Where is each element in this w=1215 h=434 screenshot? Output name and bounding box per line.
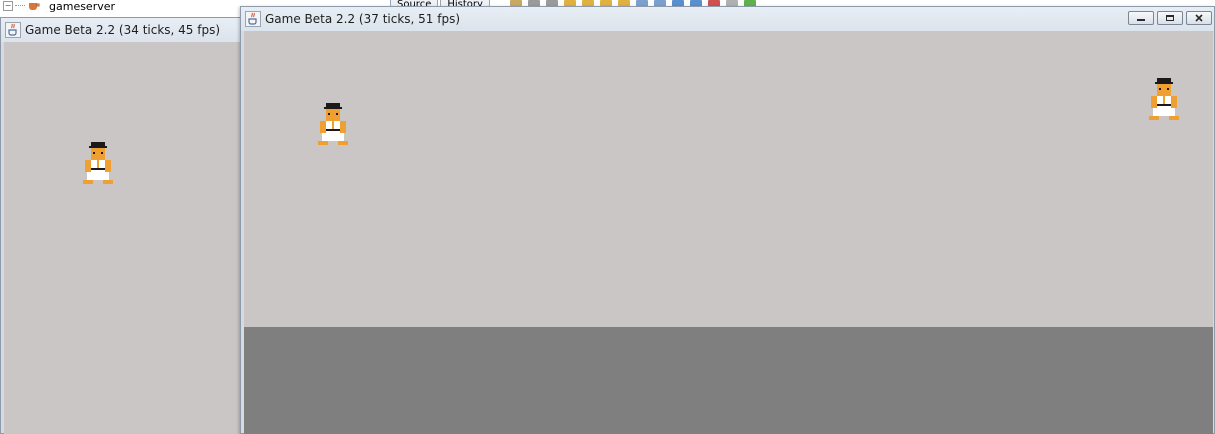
game-canvas[interactable]	[244, 31, 1213, 434]
game-window-main[interactable]: Game Beta 2.2 (37 ticks, 51 fps)	[240, 6, 1215, 434]
game-canvas[interactable]	[4, 42, 243, 434]
window-titlebar[interactable]: Game Beta 2.2 (37 ticks, 51 fps)	[241, 7, 1214, 31]
tree-item-label: gameserver	[49, 0, 116, 13]
maximize-icon	[1166, 15, 1174, 21]
window-controls	[1128, 11, 1212, 25]
player-sprite	[1149, 78, 1179, 120]
game-window-left[interactable]: Game Beta 2.2 (34 ticks, 45 fps)	[0, 17, 245, 434]
window-title: Game Beta 2.2 (34 ticks, 45 fps)	[25, 23, 221, 37]
minimize-icon	[1137, 19, 1145, 21]
maximize-button[interactable]	[1157, 11, 1183, 25]
close-icon	[1195, 14, 1203, 22]
java-cup-icon	[5, 22, 21, 38]
close-button[interactable]	[1186, 11, 1212, 25]
window-title: Game Beta 2.2 (37 ticks, 51 fps)	[265, 12, 461, 26]
project-icon	[29, 3, 40, 10]
project-tree-row[interactable]: − gameserver	[0, 0, 116, 13]
desktop: − gameserver Source History Game Beta 2.…	[0, 0, 1215, 434]
tree-connector	[15, 5, 25, 7]
tile-floor	[4, 42, 243, 434]
tree-expand-icon[interactable]: −	[3, 1, 13, 11]
player-sprite	[318, 103, 348, 145]
java-cup-icon	[245, 11, 261, 27]
out-of-bounds-area	[244, 327, 1213, 434]
player-sprite	[83, 142, 113, 184]
window-titlebar[interactable]: Game Beta 2.2 (34 ticks, 45 fps)	[1, 18, 244, 42]
tile-floor	[244, 31, 1213, 327]
minimize-button[interactable]	[1128, 11, 1154, 25]
